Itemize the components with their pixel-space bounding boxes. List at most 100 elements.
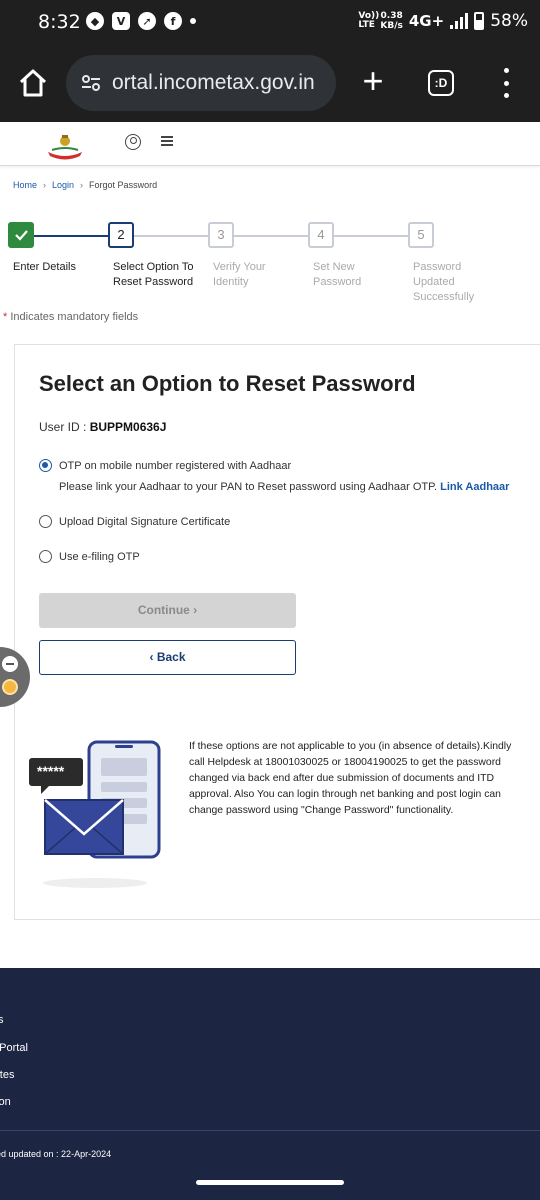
clock: 8:32 xyxy=(38,11,81,33)
status-bar: 8:32 ◆ V ➚ f Vo)) LTE 0.38 KB/s 4G+ 58% xyxy=(0,0,540,44)
option-efiling-otp[interactable]: Use e-filing OTP xyxy=(39,550,140,563)
chevron-left-icon: ‹ xyxy=(149,650,154,664)
step-4-indicator: 4 xyxy=(308,222,334,248)
step-connector xyxy=(334,235,408,237)
mandatory-note-text: Indicates mandatory fields xyxy=(10,311,139,323)
step-3-label: Verify Your Identity xyxy=(213,260,303,290)
radio-aadhaar-otp[interactable] xyxy=(39,459,52,472)
network-speed-unit: KB/s xyxy=(380,21,403,31)
step-1-label-line: Enter Details xyxy=(13,261,76,273)
network-speed: 0.38 KB/s xyxy=(380,11,402,31)
breadcrumb-home[interactable]: Home xyxy=(13,180,37,190)
user-profile-icon[interactable] xyxy=(125,134,141,150)
step-2-label-line: Reset Password xyxy=(113,276,194,288)
checkmark-icon xyxy=(15,230,28,241)
progress-stepper: 2 3 4 5 Enter Details Select Option To R… xyxy=(0,220,540,310)
tab-switcher-button[interactable]: :D xyxy=(428,70,454,96)
step-2-label-line: Select Option To xyxy=(113,261,194,273)
continue-label: Continue xyxy=(137,603,190,617)
back-label: Back xyxy=(156,650,186,664)
plus-icon: + xyxy=(362,60,384,101)
chevron-right-icon: › xyxy=(193,603,198,617)
battery-icon xyxy=(474,12,485,30)
mandatory-note: * Indicates mandatory fields xyxy=(3,311,138,323)
step-1-indicator xyxy=(8,222,34,248)
step-5-label-line: Updated xyxy=(413,276,455,288)
continue-button[interactable]: Continue › xyxy=(39,593,296,628)
page-title: Select an Option to Reset Password xyxy=(39,371,416,396)
site-footer: s Us e Portal Sites s on ed updated on :… xyxy=(0,968,540,1200)
footer-link[interactable]: Us xyxy=(0,1014,3,1026)
step-3-label-line: Verify Your xyxy=(213,261,266,273)
footer-link[interactable]: e Portal xyxy=(0,1042,28,1054)
step-4-label-line: Password xyxy=(313,276,362,288)
step-connector xyxy=(234,235,308,237)
step-2-indicator: 2 xyxy=(108,222,134,248)
step-5-label-line: Password xyxy=(413,261,462,273)
option-efiling-otp-label: Use e-filing OTP xyxy=(59,550,140,563)
step-5-label: Password Updated Successfully xyxy=(413,260,503,305)
breadcrumb: Home › Login › Forgot Password xyxy=(13,180,157,190)
option-aadhaar-otp-label: OTP on mobile number registered with Aad… xyxy=(59,459,292,472)
breadcrumb-login[interactable]: Login xyxy=(52,180,74,190)
browser-toolbar: ortal.incometax.gov.in + :D xyxy=(0,44,540,122)
notification-icons: ◆ V ➚ f xyxy=(86,12,196,30)
required-star: * xyxy=(3,311,8,323)
user-id-value: BUPPM0636J xyxy=(89,420,167,434)
step-1-label: Enter Details xyxy=(13,260,103,275)
more-vert-icon xyxy=(503,68,509,73)
user-id-row: User ID : BUPPM0636J xyxy=(39,420,166,434)
breadcrumb-current: Forgot Password xyxy=(89,180,158,190)
step-3-label-line: Identity xyxy=(213,276,249,288)
more-notifications-dot-icon xyxy=(190,18,196,24)
footer-link[interactable]: s on xyxy=(0,1096,11,1108)
address-bar[interactable]: ortal.incometax.gov.in xyxy=(66,55,336,111)
site-settings-icon[interactable] xyxy=(80,72,102,94)
home-icon xyxy=(19,69,47,97)
url-text[interactable]: ortal.incometax.gov.in xyxy=(112,71,315,95)
vivaldi-icon: V xyxy=(112,12,130,30)
battery-percent: 58% xyxy=(490,11,528,31)
aadhaar-note-text: Please link your Aadhaar to your PAN to … xyxy=(59,481,438,493)
option-aadhaar-otp[interactable]: OTP on mobile number registered with Aad… xyxy=(39,459,291,472)
step-4-label: Set New Password xyxy=(313,260,403,290)
signal-bars-icon xyxy=(450,13,469,29)
step-connector xyxy=(134,235,208,237)
radio-efiling-otp[interactable] xyxy=(39,550,52,563)
hamburger-menu-icon[interactable] xyxy=(161,136,173,146)
step-2-label: Select Option To Reset Password xyxy=(113,260,203,290)
option-dsc-label: Upload Digital Signature Certificate xyxy=(59,515,231,528)
home-button[interactable] xyxy=(16,66,50,100)
back-button[interactable]: ‹ Back xyxy=(39,640,296,675)
browser-menu-button[interactable] xyxy=(496,68,516,98)
aadhaar-link-note: Please link your Aadhaar to your PAN to … xyxy=(59,481,509,493)
helpdesk-illustration: ***** xyxy=(29,738,169,888)
footer-link[interactable]: Sites xyxy=(0,1069,14,1081)
gesture-home-bar[interactable] xyxy=(196,1180,344,1185)
facebook-icon: f xyxy=(164,12,182,30)
radio-dsc[interactable] xyxy=(39,515,52,528)
reset-option-card: Select an Option to Reset Password User … xyxy=(14,344,540,920)
footer-divider xyxy=(0,1130,540,1131)
site-header xyxy=(0,122,540,166)
volte-indicator: Vo)) LTE xyxy=(358,11,380,30)
helpdesk-info-text: If these options are not applicable to y… xyxy=(189,741,512,816)
new-tab-button[interactable]: + xyxy=(356,63,390,100)
step-5-label-line: Successfully xyxy=(413,291,475,303)
network-speed-value: 0.38 xyxy=(380,11,403,21)
chevron-right-icon: › xyxy=(43,180,47,190)
step-5-indicator: 5 xyxy=(408,222,434,248)
compass-icon: ➚ xyxy=(138,12,156,30)
network-type: 4G+ xyxy=(408,12,445,30)
minimize-icon[interactable] xyxy=(2,656,18,672)
coin-icon[interactable] xyxy=(2,679,18,695)
link-aadhaar-link[interactable]: Link Aadhaar xyxy=(440,481,509,493)
option-dsc[interactable]: Upload Digital Signature Certificate xyxy=(39,515,230,528)
step-3-indicator: 3 xyxy=(208,222,234,248)
last-updated-text: ed updated on : 22-Apr-2024 xyxy=(0,1149,112,1159)
password-mask-text: ***** xyxy=(37,763,65,779)
chevron-right-icon: › xyxy=(80,180,84,190)
govt-emblem-logo[interactable] xyxy=(44,132,86,160)
snapchat-icon: ◆ xyxy=(86,12,104,30)
step-4-label-line: Set New xyxy=(313,261,355,273)
